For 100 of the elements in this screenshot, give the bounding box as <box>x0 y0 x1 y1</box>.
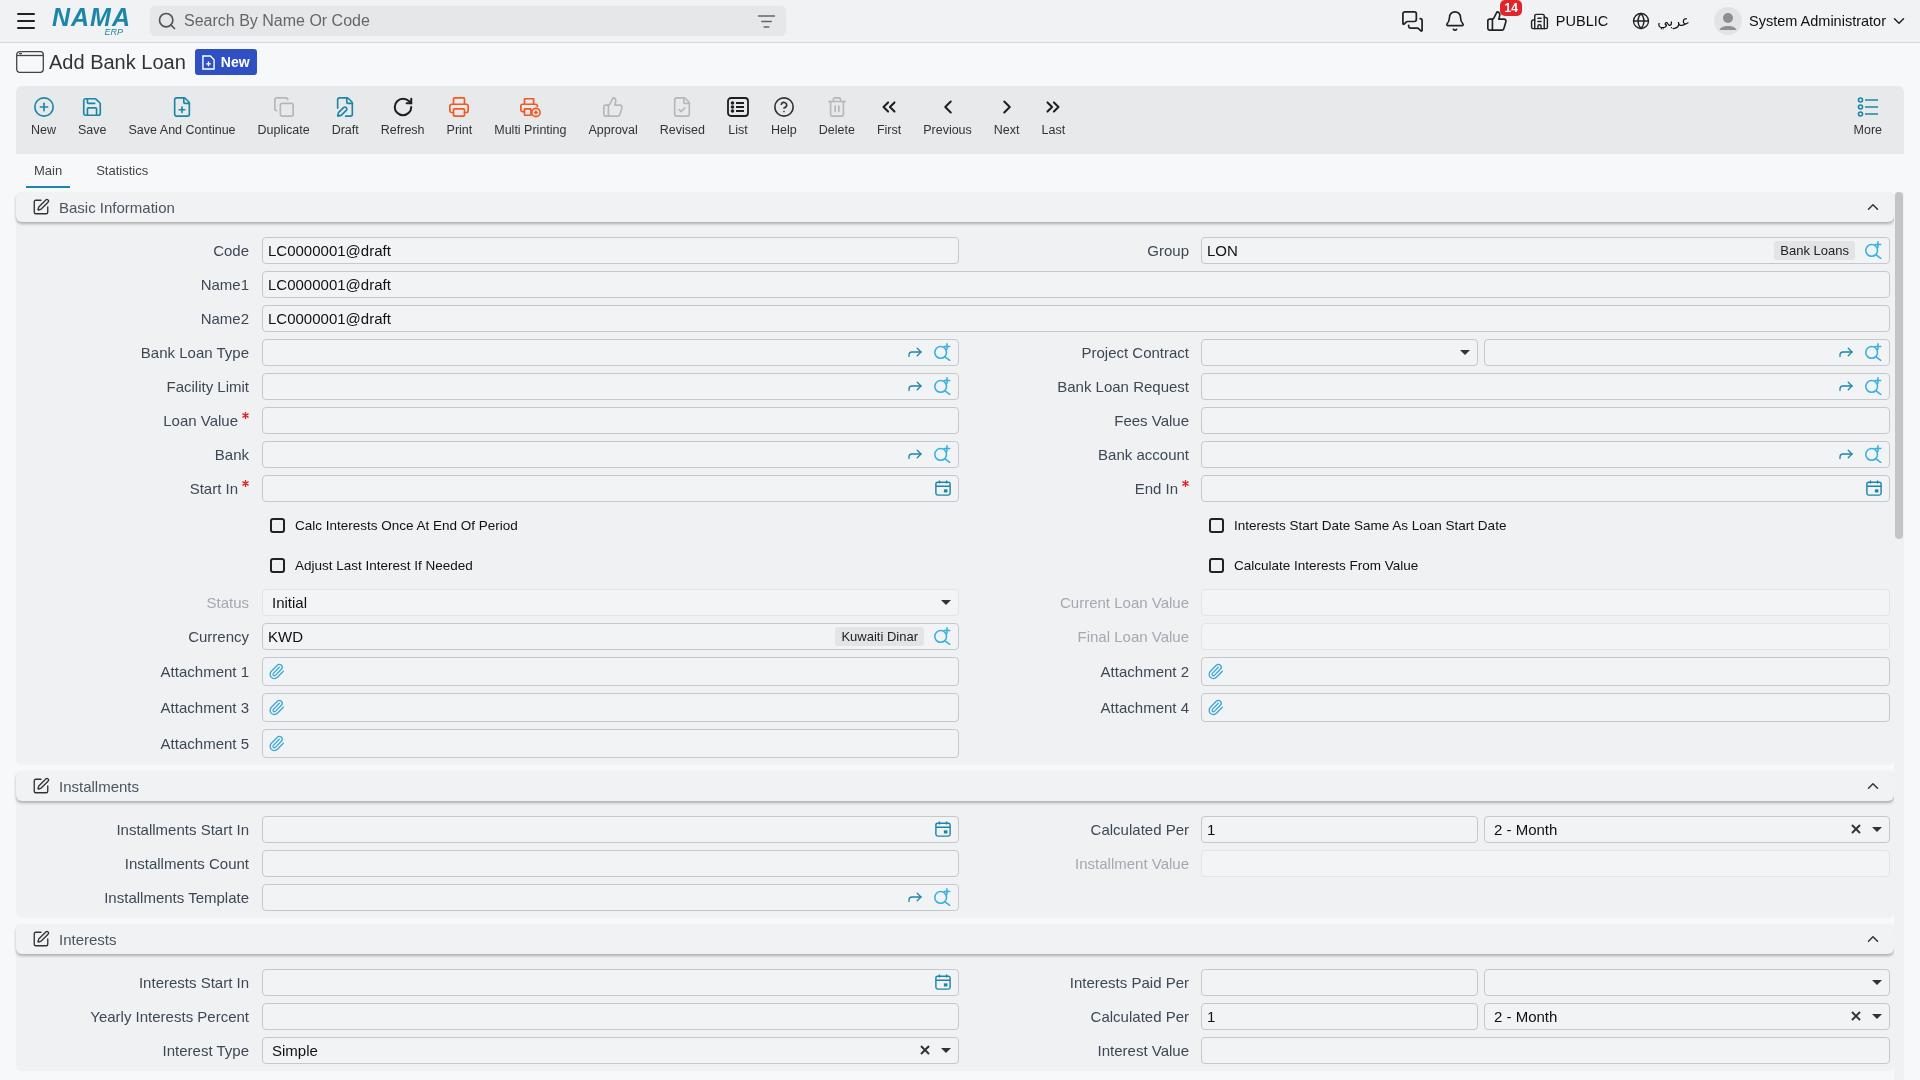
search-plus-icon[interactable] <box>1864 241 1882 259</box>
multi-print-button[interactable]: Multi Printing <box>488 86 573 137</box>
first-button[interactable]: First <box>870 86 908 137</box>
clear-icon[interactable] <box>918 1043 932 1057</box>
search-field[interactable]: Search By Name Or Code <box>150 6 786 36</box>
caret-icon[interactable] <box>941 1047 951 1053</box>
refresh-button[interactable]: Refresh <box>374 86 431 137</box>
select-field[interactable]: 2 - Month <box>1484 815 1890 843</box>
avatar-icon <box>1714 7 1742 35</box>
paperclip-icon[interactable] <box>1207 698 1224 716</box>
caret-icon[interactable] <box>1460 349 1470 355</box>
search-plus-icon[interactable] <box>933 888 951 906</box>
date-field[interactable] <box>1201 474 1890 502</box>
select-field[interactable]: 2 - Month <box>1484 1002 1890 1030</box>
copy-icon <box>272 96 295 118</box>
save-continue-button[interactable]: Save And Continue <box>122 86 242 137</box>
select-field[interactable]: Simple <box>262 1036 959 1064</box>
lookup-field[interactable] <box>262 883 959 911</box>
text-field[interactable] <box>262 406 959 434</box>
clear-icon[interactable] <box>1849 1009 1863 1023</box>
field-label: Status <box>206 593 249 611</box>
draft-button[interactable]: Draft <box>325 86 365 137</box>
new-button[interactable]: New <box>25 86 62 137</box>
lookup-field[interactable] <box>1201 440 1890 468</box>
select-field[interactable] <box>1201 338 1478 366</box>
checkbox[interactable] <box>270 517 285 533</box>
paperclip-icon[interactable] <box>268 662 285 680</box>
caret-icon[interactable] <box>1872 1013 1882 1019</box>
list-button[interactable]: List <box>721 86 755 137</box>
text-field[interactable] <box>1201 1036 1890 1064</box>
text-field[interactable]: LC0000001@draft <box>262 304 1890 332</box>
lookup-field[interactable]: LON Bank Loans <box>1201 236 1890 264</box>
previous-button[interactable]: Previous <box>917 86 978 137</box>
filter-icon[interactable] <box>757 12 776 31</box>
paperclip-icon[interactable] <box>268 698 285 716</box>
search-plus-icon[interactable] <box>933 377 951 395</box>
lookup-field[interactable] <box>1201 372 1890 400</box>
lookup-field[interactable]: KWD Kuwaiti Dinar <box>262 622 959 650</box>
tab[interactable]: Statistics <box>88 154 157 188</box>
chat-icon[interactable] <box>1400 9 1424 33</box>
text-field[interactable]: LC0000001@draft <box>262 270 1890 298</box>
checkbox[interactable] <box>270 557 285 573</box>
search-plus-icon[interactable] <box>933 445 951 463</box>
field-label: Project Contract <box>1081 343 1189 361</box>
branch-button[interactable]: PUBLIC <box>1529 11 1609 31</box>
search-plus-icon[interactable] <box>1864 445 1882 463</box>
field-label: Code <box>213 241 249 259</box>
checkbox[interactable] <box>1209 517 1224 533</box>
paperclip-icon[interactable] <box>268 734 285 752</box>
caret-icon[interactable] <box>1872 979 1882 985</box>
lookup-field[interactable] <box>262 338 959 366</box>
bell-icon[interactable] <box>1443 10 1466 32</box>
text-field[interactable] <box>262 1002 959 1030</box>
text-field[interactable]: 1 <box>1201 1002 1478 1030</box>
text-field[interactable]: 1 <box>1201 815 1478 843</box>
calendar-icon[interactable] <box>935 480 951 496</box>
text-field[interactable] <box>262 849 959 877</box>
calendar-icon[interactable] <box>935 974 951 990</box>
list-icon <box>727 96 749 118</box>
last-button[interactable]: Last <box>1035 86 1072 137</box>
tab[interactable]: Main <box>26 154 71 188</box>
checkbox[interactable] <box>1209 557 1224 573</box>
attachment-field[interactable] <box>262 728 959 758</box>
print-button[interactable]: Print <box>440 86 479 137</box>
logo: NAMA ERP <box>52 5 131 37</box>
lookup-field[interactable] <box>1484 338 1890 366</box>
scrollbar-thumb[interactable] <box>1895 192 1903 539</box>
date-field[interactable] <box>262 968 959 996</box>
more-button[interactable]: More <box>1847 86 1892 137</box>
save-button[interactable]: Save <box>72 86 113 137</box>
clear-icon[interactable] <box>1849 822 1863 836</box>
calendar-icon[interactable] <box>1866 480 1882 496</box>
search-plus-icon[interactable] <box>933 627 951 645</box>
checkbox-label: Interests Start Date Same As Loan Start Date <box>1234 517 1507 533</box>
attachment-field[interactable] <box>262 692 959 722</box>
help-button[interactable]: Help <box>765 86 803 137</box>
date-field[interactable] <box>262 815 959 843</box>
document-plus-icon <box>201 54 215 70</box>
caret-icon[interactable] <box>1872 826 1882 832</box>
text-field[interactable] <box>1201 406 1890 434</box>
select-field[interactable] <box>1484 968 1890 996</box>
field-label: Calculated Per <box>1090 1007 1189 1025</box>
lookup-field[interactable] <box>262 440 959 468</box>
search-plus-icon[interactable] <box>933 343 951 361</box>
attachment-field[interactable] <box>262 656 959 686</box>
lookup-field[interactable] <box>262 372 959 400</box>
text-field[interactable] <box>1201 968 1478 996</box>
thumbs-up-icon[interactable] <box>1485 10 1508 32</box>
calendar-icon[interactable] <box>935 821 951 837</box>
field-label: Current Loan Value <box>1060 593 1189 611</box>
search-plus-icon[interactable] <box>1864 377 1882 395</box>
attachment-field[interactable] <box>1201 692 1890 722</box>
user-menu-button[interactable]: System Administrator <box>1714 7 1908 35</box>
language-button[interactable]: عربي <box>1632 12 1690 30</box>
next-button[interactable]: Next <box>987 86 1026 137</box>
paperclip-icon[interactable] <box>1207 662 1224 680</box>
date-field[interactable] <box>262 474 959 502</box>
text-field[interactable]: LC0000001@draft <box>262 236 959 264</box>
search-plus-icon[interactable] <box>1864 343 1882 361</box>
attachment-field[interactable] <box>1201 656 1890 686</box>
